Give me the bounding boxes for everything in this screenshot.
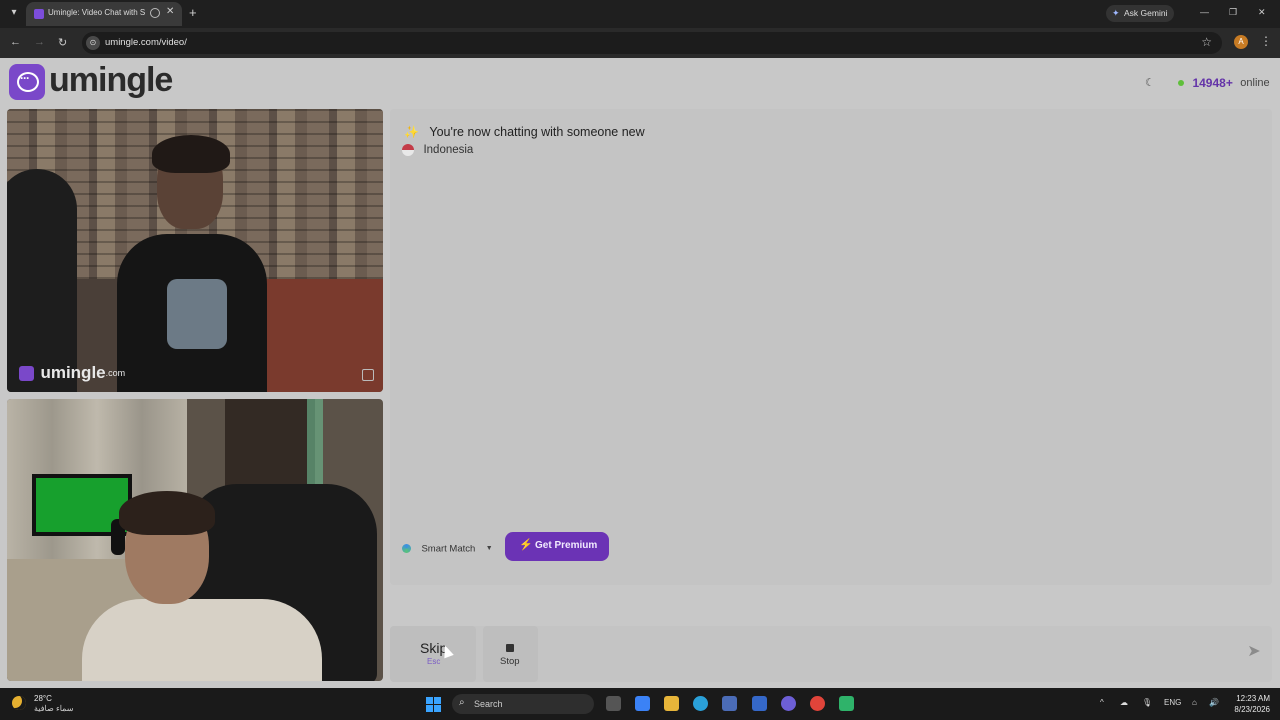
video-person-left <box>7 169 77 392</box>
weather-description: سماء صافية <box>34 704 74 713</box>
stop-label: Stop <box>500 656 520 667</box>
close-icon[interactable]: ✕ <box>166 6 174 17</box>
reload-icon[interactable]: ↻ <box>58 36 67 49</box>
clock-date: 8/23/2026 <box>1234 705 1270 714</box>
browser-toolbar: ← → ↻ ⊙ umingle.com/video/ ☆ <box>0 28 1280 58</box>
get-premium-button[interactable]: ⚡ Get Premium <box>505 532 609 561</box>
taskbar: 28°C سماء صافية ⌕ Search ^ ☁ 🎙 ENG ⌂ 🔊 1… <box>0 688 1280 720</box>
taskbar-search[interactable]: ⌕ Search <box>452 694 594 714</box>
new-tab-icon[interactable]: + <box>189 5 197 20</box>
page: umingle ☾ 14948+ online umingle.com <box>0 58 1280 688</box>
tab-menu-icon[interactable]: ▾ <box>6 5 22 21</box>
chat-status-text: You're now chatting with someone new <box>429 125 645 139</box>
online-indicator: 14948+ online <box>1178 74 1270 92</box>
skip-shortcut-hint: Esc <box>427 657 441 666</box>
kebab-menu-icon[interactable]: ⋮ <box>1260 34 1272 48</box>
site-info-icon[interactable]: ⊙ <box>86 36 100 50</box>
app-icon[interactable] <box>839 696 854 711</box>
window-close-icon[interactable]: ✕ <box>1258 7 1266 18</box>
back-icon[interactable]: ← <box>10 36 21 48</box>
stop-icon <box>506 644 514 652</box>
ask-gemini-label: Ask Gemini <box>1124 8 1168 18</box>
remote-video: umingle.com <box>7 109 383 392</box>
message-input[interactable] <box>546 626 1236 682</box>
gemini-spark-icon: ✦ <box>1112 8 1120 18</box>
clock-time: 12:23 AM <box>1236 694 1270 703</box>
microphone-icon[interactable]: 🎙 <box>1142 698 1152 707</box>
watermark-suffix: .com <box>105 368 126 378</box>
restore-icon[interactable]: ❐ <box>1229 7 1237 18</box>
report-icon[interactable] <box>362 369 374 381</box>
windows-start-icon[interactable] <box>426 697 441 712</box>
search-icon: ⌕ <box>459 697 465 708</box>
sparkle-icon: ✨ <box>404 125 419 139</box>
minimize-icon[interactable]: — <box>1200 7 1209 17</box>
weather-moon-icon[interactable] <box>12 696 26 710</box>
partner-country: Indonesia <box>423 143 474 156</box>
tab-favicon-icon <box>34 9 44 19</box>
logo-text: umingle <box>49 61 173 99</box>
tray-overflow-icon[interactable]: ^ <box>1100 698 1104 707</box>
audio-icon[interactable] <box>150 8 160 18</box>
online-dot <box>1178 79 1184 86</box>
url-text: umingle.com/video/ <box>105 37 187 48</box>
weather-temperature: 28°C <box>34 694 52 703</box>
online-label: online <box>1240 76 1270 89</box>
smart-match-label: Smart Match <box>421 543 476 555</box>
logo-icon <box>9 64 45 100</box>
forward-icon[interactable]: → <box>34 36 45 48</box>
task-view-icon[interactable] <box>606 696 621 711</box>
network-icon[interactable]: ☁ <box>1120 698 1128 707</box>
system-clock[interactable]: 12:23 AM 8/23/2026 <box>1228 693 1270 715</box>
flag-icon <box>402 143 414 156</box>
local-video <box>7 399 383 681</box>
discord-icon[interactable] <box>781 696 796 711</box>
smart-match-dropdown[interactable]: Smart Match ▼ <box>402 540 493 558</box>
bolt-icon: ⚡ <box>519 539 533 551</box>
outlook-icon[interactable] <box>752 696 767 711</box>
get-premium-label: Get Premium <box>535 540 598 551</box>
send-icon[interactable]: ➤ <box>1244 642 1264 662</box>
volume-icon[interactable]: 🔊 <box>1209 698 1219 707</box>
bookmark-star-icon[interactable]: ☆ <box>1201 35 1212 49</box>
taskbar-search-label: Search <box>474 699 503 709</box>
smart-match-icon <box>402 544 411 554</box>
chat-panel: ✨ You're now chatting with someone new I… <box>390 109 1272 585</box>
tab-title: Umingle: Video Chat with S <box>48 8 146 17</box>
stop-button[interactable]: Stop <box>483 626 538 682</box>
language-indicator[interactable]: ENG <box>1164 698 1181 707</box>
chat-status: ✨ You're now chatting with someone new <box>404 123 645 141</box>
chat-controls: Skip Esc Stop ➤ <box>390 626 1272 682</box>
video-watermark: umingle.com <box>19 363 125 383</box>
browser-tab-bar: ▾ Umingle: Video Chat with S ✕ + ✦ Ask G… <box>0 0 1280 28</box>
skip-button[interactable]: Skip Esc <box>390 626 476 682</box>
edge-icon[interactable] <box>693 696 708 711</box>
store-icon[interactable] <box>722 696 737 711</box>
watermark-logo-icon <box>19 365 34 381</box>
browser-tab[interactable]: Umingle: Video Chat with S ✕ <box>26 2 182 26</box>
ask-gemini-button[interactable]: ✦ Ask Gemini <box>1106 5 1174 22</box>
address-bar[interactable]: ⊙ umingle.com/video/ ☆ <box>82 32 1222 54</box>
mouse-cursor <box>440 643 454 659</box>
caret-down-icon: ▼ <box>485 545 493 553</box>
file-explorer-icon[interactable] <box>664 696 679 711</box>
online-count: 14948+ <box>1192 75 1233 90</box>
partner-info: Indonesia <box>402 141 473 159</box>
watermark-text: umingle <box>40 363 106 382</box>
chrome-icon[interactable] <box>810 696 825 711</box>
moon-icon[interactable]: ☾ <box>1145 76 1155 89</box>
wifi-icon[interactable]: ⌂ <box>1192 698 1197 707</box>
profile-avatar[interactable]: A <box>1234 35 1248 49</box>
widgets-icon[interactable] <box>635 696 650 711</box>
video-person <box>117 135 267 392</box>
